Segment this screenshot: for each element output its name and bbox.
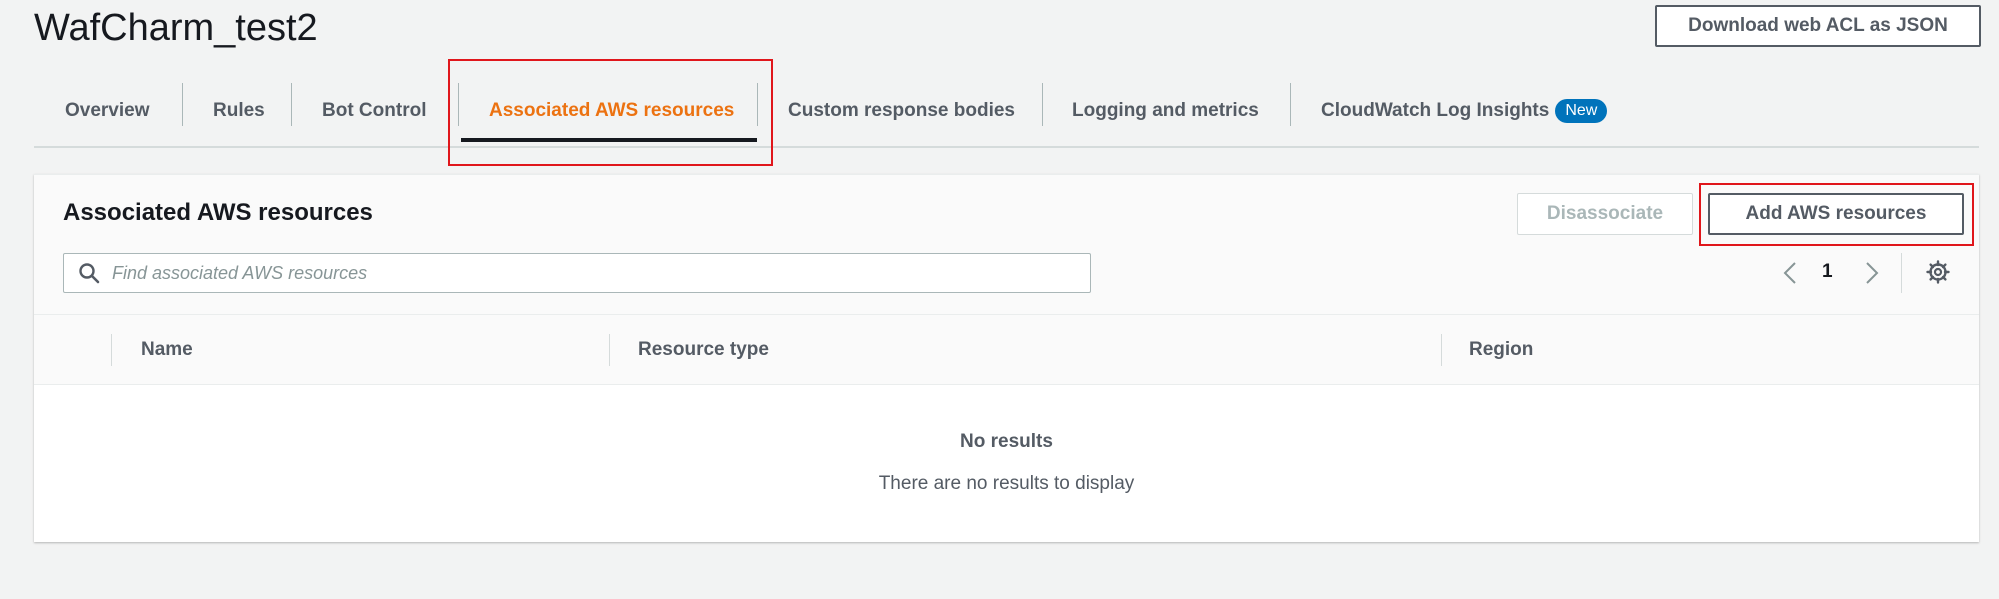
tab-divider — [1290, 83, 1291, 126]
tab-divider — [182, 83, 183, 126]
search-icon — [79, 263, 100, 284]
column-header-region[interactable]: Region — [1469, 315, 1533, 385]
panel-title: Associated AWS resources — [63, 199, 373, 226]
tab-divider — [291, 83, 292, 126]
column-header-name[interactable]: Name — [141, 315, 193, 385]
download-json-button[interactable]: Download web ACL as JSON — [1655, 5, 1981, 47]
chevron-left-icon — [1783, 262, 1796, 284]
new-badge: New — [1555, 98, 1608, 123]
column-divider — [609, 334, 610, 366]
chevron-right-icon — [1866, 262, 1879, 284]
column-divider — [111, 334, 112, 366]
tab-rules[interactable]: Rules — [213, 75, 265, 146]
column-divider — [1441, 334, 1442, 366]
pager-divider — [1901, 253, 1902, 293]
page-title: WafCharm_test2 — [34, 7, 318, 49]
tab-divider — [1042, 83, 1043, 126]
tab-cloudwatch-label: CloudWatch Log Insights — [1321, 99, 1550, 121]
next-page-button[interactable] — [1860, 258, 1884, 288]
previous-page-button[interactable] — [1778, 258, 1802, 288]
page-number[interactable]: 1 — [1822, 261, 1833, 283]
search-box[interactable] — [63, 253, 1091, 293]
tab-divider — [757, 83, 758, 126]
tab-logging-and-metrics[interactable]: Logging and metrics — [1072, 75, 1259, 146]
tab-cloudwatch-log-insights[interactable]: CloudWatch Log Insights New — [1321, 75, 1608, 146]
search-input[interactable] — [110, 261, 1090, 285]
tab-divider — [458, 83, 459, 126]
tab-bot-control[interactable]: Bot Control — [322, 75, 426, 146]
gear-icon[interactable] — [1925, 259, 1951, 285]
empty-state-message: There are no results to display — [878, 473, 1135, 494]
add-aws-resources-button[interactable]: Add AWS resources — [1708, 193, 1964, 235]
table-header: Name Resource type Region — [34, 315, 1979, 385]
active-tab-indicator — [461, 138, 757, 142]
tab-custom-response-bodies[interactable]: Custom response bodies — [788, 75, 1015, 146]
associated-resources-panel: Associated AWS resources Disassociate Ad… — [34, 174, 1979, 542]
disassociate-button[interactable]: Disassociate — [1517, 193, 1693, 235]
panel-header: Associated AWS resources Disassociate Ad… — [34, 174, 1979, 315]
tab-bar: Overview Rules Bot Control Associated AW… — [34, 75, 1979, 148]
empty-state-title: No results — [960, 431, 1053, 452]
tab-associated-aws-resources[interactable]: Associated AWS resources — [489, 75, 734, 146]
column-header-resource-type[interactable]: Resource type — [638, 315, 769, 385]
tab-overview[interactable]: Overview — [65, 75, 150, 146]
